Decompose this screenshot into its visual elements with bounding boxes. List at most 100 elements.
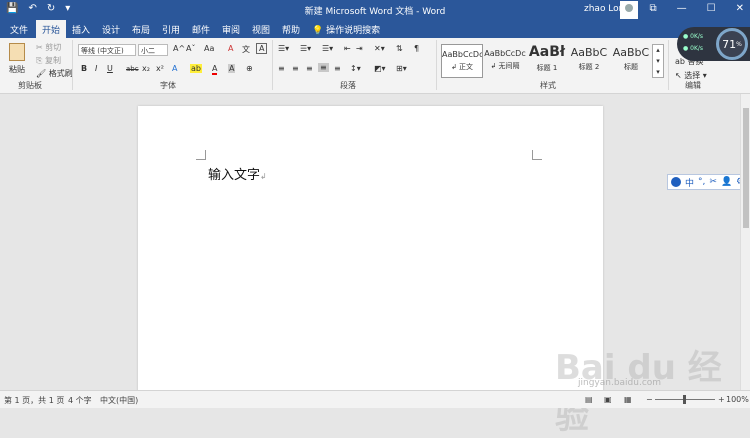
asian-layout-icon[interactable]: ✕▾ bbox=[374, 44, 385, 53]
status-bar: 第 1 页，共 1 页 4 个字 中文(中国) ▤ ▣ ▦ − + 100% bbox=[0, 390, 750, 408]
shading-icon[interactable]: ◩▾ bbox=[374, 64, 386, 73]
cut-button[interactable]: ✂ 剪切 bbox=[36, 42, 61, 53]
bullets-icon[interactable]: ☰▾ bbox=[278, 44, 289, 53]
style-heading-2[interactable]: AaBbC 标题 2 bbox=[568, 44, 610, 78]
decrease-indent-icon[interactable]: ⇤ bbox=[344, 44, 351, 53]
print-layout-icon[interactable]: ▣ bbox=[604, 395, 612, 404]
tools-icon[interactable]: ✂ bbox=[709, 177, 717, 187]
tell-me-label: 操作说明搜索 bbox=[326, 26, 381, 36]
multilevel-list-icon[interactable]: ☰▾ bbox=[322, 44, 333, 53]
style-title[interactable]: AaBbC 标题 bbox=[610, 44, 652, 78]
highlight-icon[interactable]: ab bbox=[190, 64, 202, 73]
style-name: ↲ 无间隔 bbox=[490, 62, 520, 70]
style-no-spacing[interactable]: AaBbCcDc ↲ 无间隔 bbox=[484, 44, 526, 78]
ime-logo-icon[interactable] bbox=[671, 177, 681, 187]
zoom-in-icon[interactable]: + bbox=[718, 395, 725, 404]
strikethrough-button[interactable]: abc bbox=[126, 65, 139, 73]
paste-button[interactable]: 粘贴 bbox=[9, 64, 25, 75]
tab-review[interactable]: 审阅 bbox=[222, 23, 240, 36]
page-count[interactable]: 第 1 页，共 1 页 bbox=[4, 395, 64, 406]
ribbon-display-icon[interactable]: ⧉ bbox=[650, 3, 657, 14]
tab-references[interactable]: 引用 bbox=[162, 23, 180, 36]
change-case-button[interactable]: Aa bbox=[204, 44, 214, 53]
copy-button[interactable]: ⎘ 复制 bbox=[36, 55, 61, 66]
style-sample: AaBbC bbox=[612, 46, 650, 59]
net-up-value: 0K/s bbox=[690, 33, 704, 40]
divider bbox=[436, 40, 437, 90]
text-effects-icon[interactable]: A bbox=[172, 64, 177, 73]
language-status[interactable]: 中文(中国) bbox=[100, 395, 138, 406]
style-normal[interactable]: AaBbCcDc ↲ 正文 bbox=[441, 44, 483, 78]
numbering-icon[interactable]: ☰▾ bbox=[300, 44, 311, 53]
watermark-logo: Bai du 经验 bbox=[555, 348, 722, 437]
punctuation-icon[interactable]: °, bbox=[698, 177, 705, 187]
maximize-button[interactable]: ☐ bbox=[707, 3, 716, 14]
align-left-icon[interactable]: ≡ bbox=[278, 64, 285, 73]
ime-mode-button[interactable]: 中 bbox=[685, 176, 694, 189]
document-text[interactable]: 输入文字↲ bbox=[208, 164, 267, 183]
subscript-button[interactable]: x₂ bbox=[142, 64, 150, 73]
justify-icon[interactable]: ≡ bbox=[318, 63, 329, 72]
close-button[interactable]: ✕ bbox=[736, 3, 744, 14]
show-marks-icon[interactable]: ¶ bbox=[414, 44, 419, 53]
sort-icon[interactable]: ⇅ bbox=[396, 44, 403, 53]
paragraph-group-label: 段落 bbox=[340, 81, 356, 90]
italic-button[interactable]: I bbox=[95, 64, 97, 73]
select-label: 选择 bbox=[684, 71, 701, 80]
style-heading-1[interactable]: AaBł 标题 1 bbox=[526, 44, 568, 78]
avatar[interactable] bbox=[620, 1, 638, 19]
divider bbox=[668, 40, 669, 90]
zoom-slider-thumb[interactable] bbox=[683, 395, 686, 404]
style-name: 标题 1 bbox=[536, 64, 558, 72]
line-spacing-icon[interactable]: ↕▾ bbox=[350, 64, 361, 73]
ime-toolbar[interactable]: 中 °, ✂ 👤 ⚙ bbox=[667, 174, 750, 190]
tab-layout[interactable]: 布局 bbox=[132, 23, 150, 36]
tab-mailings[interactable]: 邮件 bbox=[192, 23, 210, 36]
tab-file[interactable]: 文件 bbox=[10, 23, 28, 36]
shrink-font-button[interactable]: Aˇ bbox=[186, 44, 195, 53]
increase-indent-icon[interactable]: ⇥ bbox=[356, 44, 363, 53]
tab-view[interactable]: 视图 bbox=[252, 23, 270, 36]
font-color-icon[interactable]: A bbox=[212, 64, 218, 75]
font-size-select[interactable]: 小二 bbox=[138, 44, 168, 56]
font-group-label: 字体 bbox=[160, 81, 176, 90]
user-icon[interactable]: 👤 bbox=[721, 177, 732, 187]
minimize-button[interactable]: — bbox=[677, 3, 687, 14]
character-shading-icon[interactable]: A bbox=[228, 64, 236, 73]
distributed-icon[interactable]: ≡ bbox=[334, 64, 341, 73]
tab-insert[interactable]: 插入 bbox=[72, 23, 90, 36]
character-border-button[interactable]: A bbox=[256, 43, 268, 54]
align-center-icon[interactable]: ≡ bbox=[292, 64, 299, 73]
web-layout-icon[interactable]: ▦ bbox=[624, 395, 632, 404]
zoom-level[interactable]: 100% bbox=[726, 395, 749, 404]
user-name[interactable]: zhao Lori bbox=[584, 4, 625, 14]
grow-font-button[interactable]: A^ bbox=[173, 44, 185, 53]
clear-formatting-button[interactable]: A bbox=[228, 44, 233, 53]
tell-me-search[interactable]: 💡 操作说明搜索 bbox=[312, 23, 380, 36]
cut-label: 剪切 bbox=[45, 43, 62, 52]
align-right-icon[interactable]: ≡ bbox=[306, 64, 313, 73]
paste-icon[interactable] bbox=[9, 43, 25, 61]
superscript-button[interactable]: x² bbox=[156, 64, 164, 73]
divider bbox=[272, 40, 273, 90]
underline-button[interactable]: U bbox=[107, 64, 113, 73]
zoom-out-icon[interactable]: − bbox=[646, 395, 653, 404]
borders-icon[interactable]: ⊞▾ bbox=[396, 64, 407, 73]
window-controls: ⧉ — ☐ ✕ bbox=[650, 3, 745, 14]
read-mode-icon[interactable]: ▤ bbox=[585, 395, 593, 404]
phonetic-guide-button[interactable]: 文 bbox=[242, 44, 250, 55]
styles-scroll[interactable]: ▴ ▾ ▾ bbox=[652, 44, 664, 78]
system-monitor-widget[interactable]: ● 0K/s ● 0K/s 71% bbox=[677, 27, 750, 61]
tab-help[interactable]: 帮助 bbox=[282, 23, 300, 36]
document-page[interactable]: 输入文字↲ bbox=[138, 106, 603, 396]
word-count[interactable]: 4 个字 bbox=[68, 395, 92, 406]
styles-group-label: 样式 bbox=[540, 81, 556, 90]
net-down-value: 0K/s bbox=[690, 45, 704, 52]
bold-button[interactable]: B bbox=[81, 64, 87, 73]
enclose-characters-icon[interactable]: ⊕ bbox=[246, 64, 253, 73]
font-family-select[interactable]: 等线 (中文正) bbox=[78, 44, 136, 56]
format-painter-button[interactable]: 🖌 格式刷 bbox=[36, 68, 73, 79]
tab-home[interactable]: 开始 bbox=[36, 20, 67, 38]
tab-design[interactable]: 设计 bbox=[102, 23, 120, 36]
scroll-thumb[interactable] bbox=[743, 108, 749, 228]
